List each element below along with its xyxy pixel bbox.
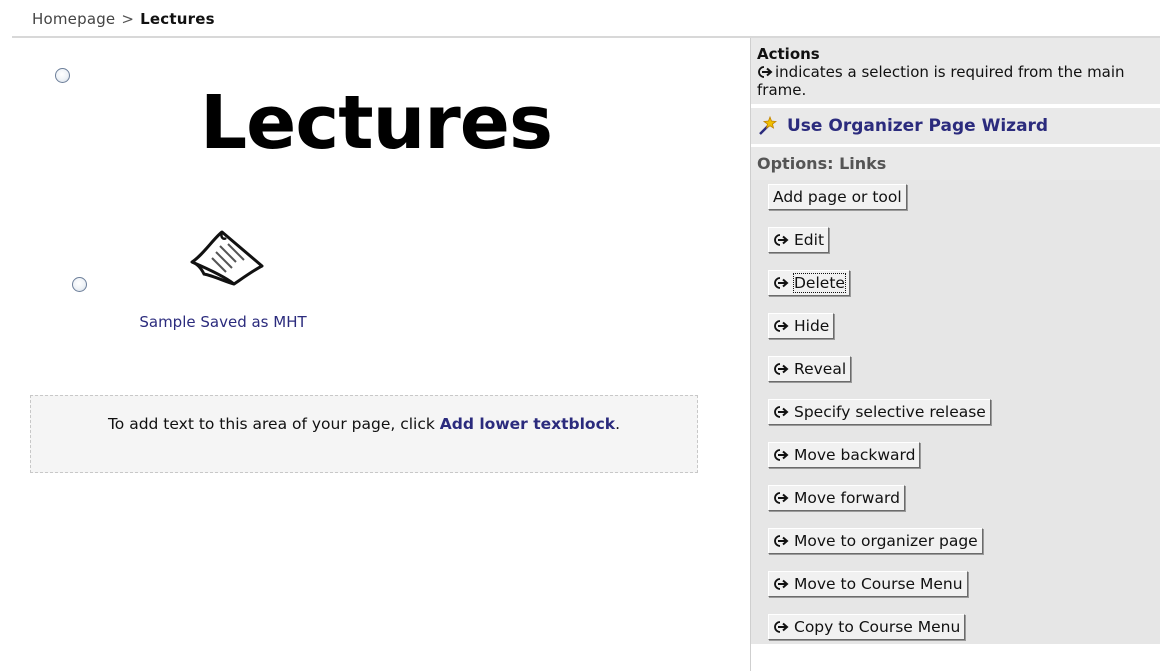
button-label: Move to organizer page	[794, 532, 978, 550]
document-icon[interactable]	[184, 226, 268, 288]
breadcrumb-homepage-link[interactable]: Homepage	[32, 10, 115, 28]
button-label: Edit	[794, 231, 825, 249]
options-button-list: Add page or tool Edit Delete Hide Reveal…	[751, 180, 1160, 644]
textblock-prefix: To add text to this area of your page, c…	[107, 415, 440, 433]
button-label: Hide	[794, 317, 830, 335]
add-page-or-tool-button[interactable]: Add page or tool	[768, 184, 907, 210]
breadcrumb-current: Lectures	[140, 10, 215, 28]
reveal-button[interactable]: Reveal	[768, 356, 852, 382]
breadcrumb-separator: >	[121, 10, 135, 28]
button-label: Specify selective release	[794, 403, 986, 421]
selection-required-icon	[758, 66, 773, 78]
page-title: Lectures	[200, 80, 553, 166]
textblock-suffix: .	[615, 415, 621, 433]
selection-required-icon	[774, 320, 789, 332]
actions-header: Actions indicates a selection is require…	[751, 38, 1160, 105]
item-link-sample-saved-as-mht[interactable]: Sample Saved as MHT	[130, 312, 316, 333]
options-links-title: Options: Links	[751, 147, 1160, 180]
lower-textblock-placeholder: To add text to this area of your page, c…	[30, 395, 698, 473]
delete-button[interactable]: Delete	[768, 270, 850, 296]
button-label: Delete	[793, 273, 846, 293]
move-forward-button[interactable]: Move forward	[768, 485, 905, 511]
copy-to-course-menu-button[interactable]: Copy to Course Menu	[768, 614, 966, 640]
button-label: Copy to Course Menu	[794, 618, 961, 636]
button-label: Add page or tool	[773, 188, 902, 206]
selection-required-icon	[774, 492, 789, 504]
specify-selective-release-button[interactable]: Specify selective release	[768, 399, 991, 425]
button-label: Move backward	[794, 446, 916, 464]
item-select-radio[interactable]	[72, 277, 87, 292]
wizard-label: Use Organizer Page Wizard	[787, 116, 1049, 136]
magic-wand-icon	[759, 116, 777, 135]
selection-required-icon	[774, 578, 789, 590]
selection-required-icon	[774, 621, 789, 633]
button-label: Move to Course Menu	[794, 575, 963, 593]
move-to-organizer-page-button[interactable]: Move to organizer page	[768, 528, 983, 554]
selection-required-icon	[774, 535, 789, 547]
button-label: Move forward	[794, 489, 900, 507]
selection-required-icon	[774, 406, 789, 418]
breadcrumb: Homepage > Lectures	[32, 10, 215, 28]
move-to-course-menu-button[interactable]: Move to Course Menu	[768, 571, 968, 597]
organizer-page-wizard-link[interactable]: Use Organizer Page Wizard	[751, 108, 1160, 144]
selection-required-icon	[774, 363, 789, 375]
actions-panel: Actions indicates a selection is require…	[750, 38, 1160, 671]
hide-button[interactable]: Hide	[768, 313, 835, 339]
actions-note: indicates a selection is required from t…	[757, 63, 1125, 99]
add-lower-textblock-link[interactable]: Add lower textblock	[440, 415, 615, 433]
move-backward-button[interactable]: Move backward	[768, 442, 921, 468]
button-label: Reveal	[794, 360, 847, 378]
selection-required-icon	[774, 277, 789, 289]
actions-title: Actions	[757, 45, 820, 63]
title-select-radio[interactable]	[55, 68, 70, 83]
edit-button[interactable]: Edit	[768, 227, 830, 253]
selection-required-icon	[774, 234, 789, 246]
selection-required-icon	[774, 449, 789, 461]
